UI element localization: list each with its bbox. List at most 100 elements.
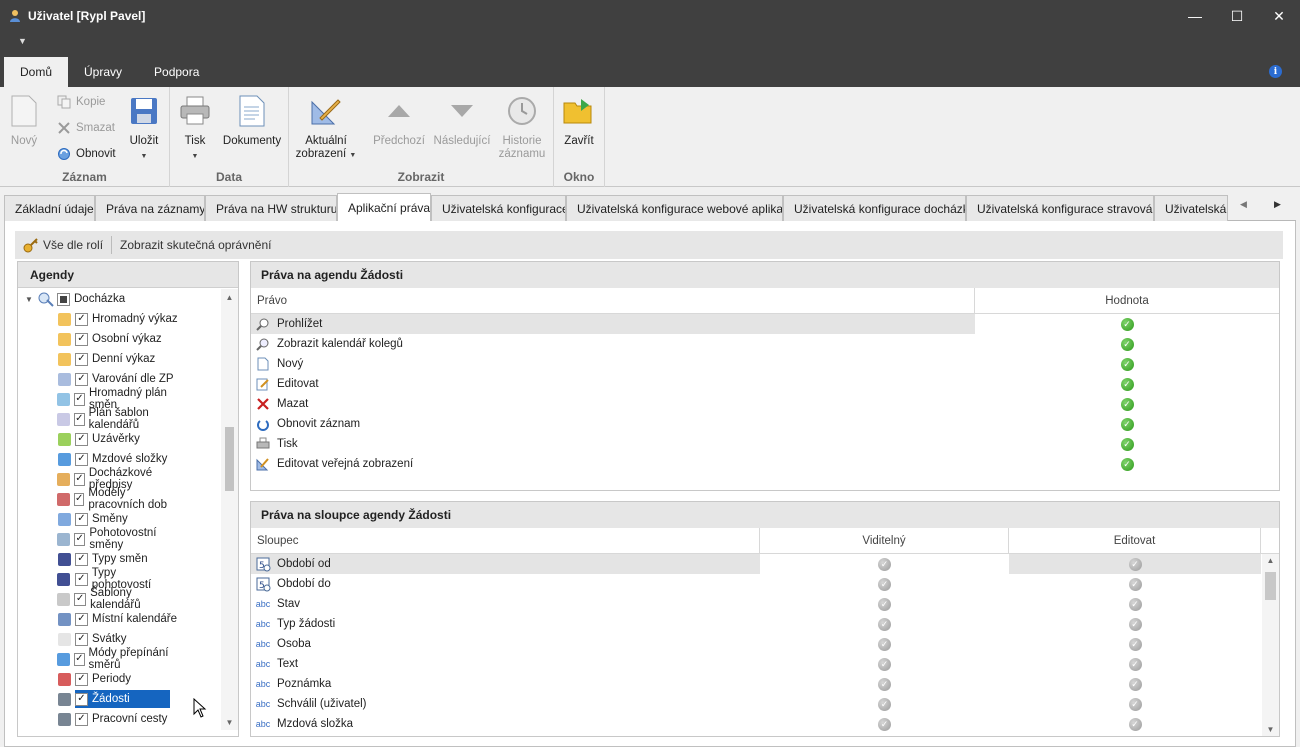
allowed-check-icon[interactable]: ✓ [1120, 417, 1134, 431]
visible-check-icon[interactable]: ✓ [878, 577, 891, 591]
tab-scroll-right-icon[interactable]: ▶ [1274, 199, 1281, 210]
editable-check-icon[interactable]: ✓ [1128, 617, 1142, 631]
ribbon-tab-domu[interactable]: Domů [4, 57, 69, 87]
ribbon-tab-podpora[interactable]: Podpora [138, 57, 215, 87]
checkbox[interactable]: ✓ [75, 372, 88, 386]
col-sloupec[interactable]: Sloupec [251, 528, 760, 553]
rights-row[interactable]: Editovat veřejná zobrazení ✓ [251, 454, 1279, 474]
column-row[interactable]: abc Stav ✓ ✓ [251, 594, 1279, 614]
tree-item[interactable]: ✓ Šablony kalendářů [18, 587, 218, 611]
all-by-roles-button[interactable]: Vše dle rolí [15, 231, 111, 259]
checkbox-partial[interactable] [57, 292, 70, 306]
scroll-down-icon[interactable]: ▼ [221, 714, 238, 730]
tree-item[interactable]: ✓ Hromadný výkaz [18, 309, 218, 329]
tab-konfigurace-dochazky[interactable]: Uživatelská konfigurace docházky [783, 195, 966, 221]
tree-item[interactable]: ✓ Pracovní cesty [18, 709, 218, 729]
print-button[interactable]: Tisk ▼ [180, 93, 210, 163]
allowed-check-icon[interactable]: ✓ [1120, 317, 1134, 331]
column-row[interactable]: 5 Období do ✓ ✓ [251, 574, 1279, 594]
checkbox[interactable]: ✓ [74, 532, 86, 546]
collapse-chevron-icon[interactable]: ▼ [25, 295, 33, 304]
scrollbar-thumb[interactable] [225, 427, 234, 491]
checkbox[interactable]: ✓ [74, 572, 88, 586]
checkbox[interactable]: ✓ [74, 492, 85, 506]
rights-row[interactable]: Zobrazit kalendář kolegů ✓ [251, 334, 1279, 354]
tree-item[interactable]: ✓ Hromadný plán směn [18, 387, 218, 411]
scroll-up-icon[interactable]: ▲ [1262, 556, 1279, 565]
checkbox[interactable]: ✓ [75, 432, 88, 446]
tab-uzivatelska-konfigurace[interactable]: Uživatelská konfigurace [431, 195, 566, 221]
scroll-up-icon[interactable]: ▲ [221, 289, 238, 305]
previous-button[interactable]: Předchozí [373, 93, 425, 148]
visible-check-icon[interactable]: ✓ [878, 717, 891, 731]
allowed-check-icon[interactable]: ✓ [1120, 437, 1134, 451]
scroll-down-icon[interactable]: ▼ [1262, 725, 1279, 734]
checkbox[interactable]: ✓ [75, 632, 88, 646]
checkbox[interactable]: ✓ [74, 652, 85, 666]
tree-item[interactable]: ✓ Pohotovostní směny [18, 527, 218, 551]
column-row[interactable]: abc Poznámka ✓ ✓ [251, 674, 1279, 694]
col-editovat[interactable]: Editovat [1009, 528, 1261, 553]
minimize-button[interactable]: — [1174, 0, 1216, 32]
history-button[interactable]: Historie záznamu [495, 93, 549, 161]
columns-scrollbar[interactable]: ▲ ▼ [1262, 554, 1279, 736]
rights-row[interactable]: Prohlížet ✓ [251, 314, 1279, 334]
visible-check-icon[interactable]: ✓ [878, 597, 891, 611]
ribbon-tab-upravy[interactable]: Úpravy [68, 57, 138, 87]
visible-check-icon[interactable]: ✓ [878, 697, 891, 711]
tab-konfigurace-stravovani[interactable]: Uživatelská konfigurace stravování [966, 195, 1154, 221]
checkbox[interactable]: ✓ [75, 452, 88, 466]
checkbox[interactable]: ✓ [75, 672, 88, 686]
tree-item[interactable]: ✓ Osobní výkaz [18, 329, 218, 349]
tree-root-dochazka[interactable]: ▼ Docházka [18, 289, 218, 309]
tree-item[interactable]: ✓ Žádosti [18, 689, 218, 709]
col-pravo[interactable]: Právo [251, 288, 975, 313]
tree-item[interactable]: ✓ Modely pracovních dob [18, 487, 218, 511]
allowed-check-icon[interactable]: ✓ [1120, 357, 1134, 371]
checkbox[interactable]: ✓ [75, 552, 88, 566]
agenda-scrollbar[interactable]: ▲ ▼ [221, 289, 238, 730]
rights-row[interactable]: Editovat ✓ [251, 374, 1279, 394]
copy-button[interactable]: Kopie [56, 92, 105, 112]
tree-item[interactable]: ✓ Plán šablon kalendářů [18, 407, 218, 431]
checkbox[interactable]: ✓ [75, 712, 88, 726]
tree-item[interactable]: ✓ Denní výkaz [18, 349, 218, 369]
next-button[interactable]: Následující [433, 93, 491, 148]
col-viditelny[interactable]: Viditelný [760, 528, 1009, 553]
visible-check-icon[interactable]: ✓ [878, 557, 891, 571]
column-row[interactable]: abc Mzdová složka ✓ ✓ [251, 714, 1279, 734]
checkbox[interactable]: ✓ [74, 392, 85, 406]
maximize-button[interactable]: ☐ [1216, 0, 1258, 32]
tree-item[interactable]: ✓ Varování dle ZP [18, 369, 218, 389]
tab-zakladni-udaje[interactable]: Základní údaje [4, 195, 95, 221]
new-button[interactable]: Nový [8, 93, 40, 148]
allowed-check-icon[interactable]: ✓ [1120, 397, 1134, 411]
close-button[interactable]: Zavřít [562, 93, 596, 148]
visible-check-icon[interactable]: ✓ [878, 637, 891, 651]
rights-row[interactable]: Obnovit záznam ✓ [251, 414, 1279, 434]
current-view-button[interactable]: Aktuální zobrazení ▼ [295, 93, 357, 162]
tab-scroll-left-icon[interactable]: ◀ [1240, 199, 1247, 210]
tree-item[interactable]: ✓ Uzávěrky [18, 429, 218, 449]
refresh-button[interactable]: Obnovit [56, 144, 116, 164]
tree-item[interactable]: ✓ Svátky [18, 629, 218, 649]
col-hodnota[interactable]: Hodnota [975, 288, 1279, 313]
column-row[interactable]: abc Text ✓ ✓ [251, 654, 1279, 674]
allowed-check-icon[interactable]: ✓ [1120, 377, 1134, 391]
delete-button[interactable]: Smazat [56, 118, 115, 138]
tree-item[interactable]: ✓ Typy pohotovostí [18, 567, 218, 591]
tab-konfigurace-webove-aplikace[interactable]: Uživatelská konfigurace webové aplikace [566, 195, 783, 221]
checkbox[interactable]: ✓ [75, 692, 88, 706]
info-icon[interactable]: i [1269, 65, 1282, 78]
tab-uzivatelska-k[interactable]: Uživatelská k [1154, 195, 1228, 221]
quick-access-dropdown-icon[interactable]: ▼ [18, 36, 27, 46]
visible-check-icon[interactable]: ✓ [878, 657, 891, 671]
allowed-check-icon[interactable]: ✓ [1120, 337, 1134, 351]
editable-check-icon[interactable]: ✓ [1128, 717, 1142, 731]
tree-item[interactable]: ✓ Typy směn [18, 549, 218, 569]
tree-item[interactable]: ✓ Směny [18, 509, 218, 529]
visible-check-icon[interactable]: ✓ [878, 677, 891, 691]
tree-item[interactable]: ✓ Periody [18, 669, 218, 689]
checkbox[interactable]: ✓ [74, 412, 85, 426]
checkbox[interactable]: ✓ [74, 472, 85, 486]
